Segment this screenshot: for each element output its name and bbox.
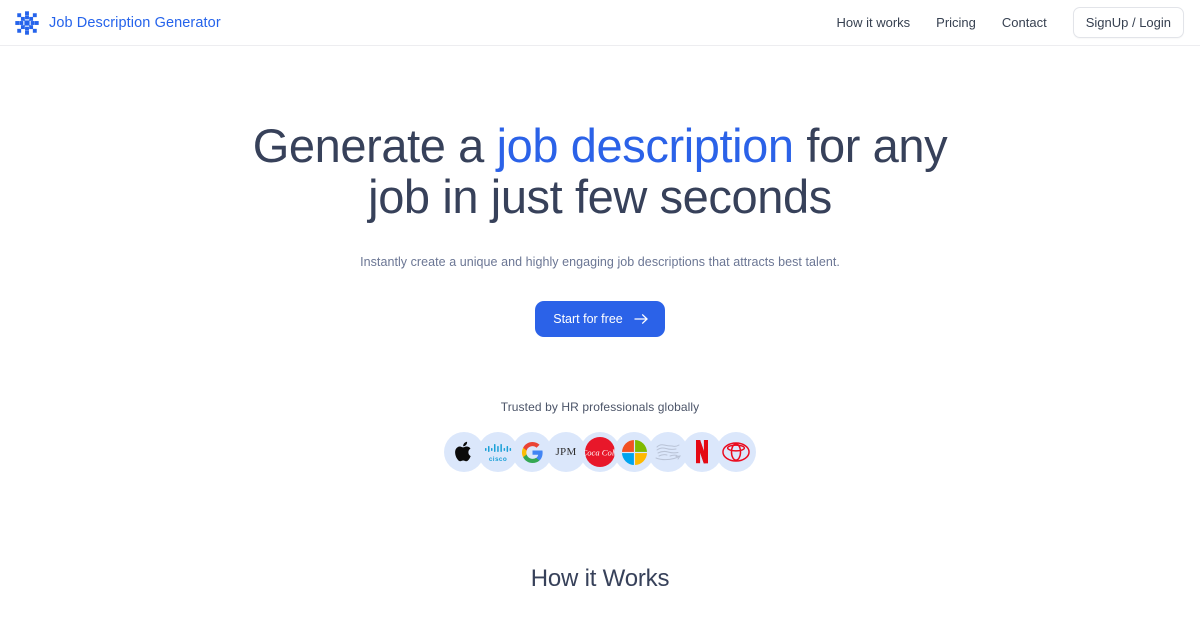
svg-text:cisco: cisco bbox=[489, 456, 507, 463]
trusted-by-label: Trusted by HR professionals globally bbox=[500, 400, 700, 415]
hero-subtitle: Instantly create a unique and highly eng… bbox=[360, 255, 840, 270]
brand-name: Job Description Generator bbox=[49, 14, 221, 31]
hero-title: Generate a job description for any job i… bbox=[250, 119, 950, 223]
jpmorgan-logo-icon: JPM bbox=[555, 446, 577, 459]
hero-section: Generate a job description for any job i… bbox=[0, 46, 1200, 338]
how-it-works-title: How it Works bbox=[530, 565, 670, 593]
amazon-logo-icon bbox=[654, 441, 682, 463]
trusted-by-section: Trusted by HR professionals globally cis… bbox=[0, 400, 1200, 473]
nav-link-contact[interactable]: Contact bbox=[1002, 15, 1047, 30]
primary-navigation: How it works Pricing Contact SignUp / Lo… bbox=[836, 7, 1184, 38]
logo-chip-toyota bbox=[716, 432, 756, 473]
microsoft-logo-icon bbox=[621, 439, 648, 466]
google-logo-icon bbox=[521, 441, 544, 464]
coca-cola-logo-icon: Coca Cola bbox=[584, 436, 616, 468]
nav-link-pricing[interactable]: Pricing bbox=[936, 15, 976, 30]
toyota-logo-icon bbox=[722, 442, 750, 463]
main-content: Generate a job description for any job i… bbox=[0, 46, 1200, 593]
client-logo-strip: cisco JPM oca Col bbox=[0, 432, 1200, 473]
hero-title-part1: Generate a bbox=[252, 119, 497, 172]
signup-login-button[interactable]: SignUp / Login bbox=[1072, 7, 1184, 38]
cisco-logo-icon: cisco bbox=[483, 441, 513, 463]
how-it-works-section: How it Works bbox=[0, 565, 1200, 593]
brand-logo-link[interactable]: Job Description Generator bbox=[14, 10, 221, 36]
hero-cta-row: Start for free bbox=[0, 301, 1200, 338]
svg-text:Coca Cola: Coca Cola bbox=[584, 448, 616, 458]
netflix-logo-icon bbox=[695, 440, 709, 464]
arrow-right-icon bbox=[634, 313, 649, 325]
nav-link-how-it-works[interactable]: How it works bbox=[836, 15, 910, 30]
start-for-free-label: Start for free bbox=[553, 312, 623, 327]
apple-logo-icon bbox=[454, 441, 474, 463]
start-for-free-button[interactable]: Start for free bbox=[535, 301, 665, 338]
site-header: Job Description Generator How it works P… bbox=[0, 0, 1200, 46]
hero-title-accent: job description bbox=[496, 119, 794, 172]
snowflake-asterisk-logo-icon bbox=[14, 10, 40, 36]
